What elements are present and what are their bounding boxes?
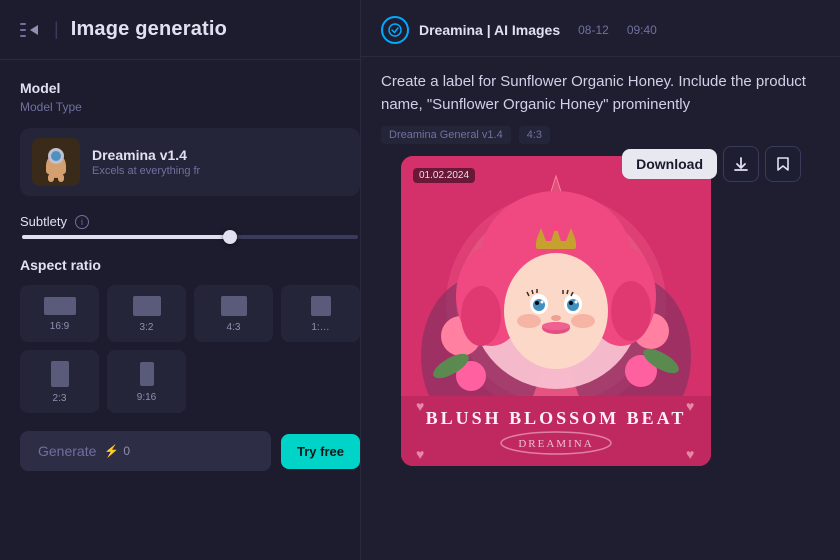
svg-text:♥: ♥: [686, 398, 694, 414]
notification-tags: Dreamina General v1.4 4:3: [381, 126, 820, 144]
generate-button[interactable]: Generate ⚡ 0: [20, 431, 271, 471]
aspect-btn-9-16[interactable]: 9:16: [107, 350, 186, 413]
page-title: Image generatio: [71, 18, 227, 41]
aspect-ratio-grid-row1: 16:9 3:2 4:3 1:…: [20, 285, 360, 342]
aspect-label-3-2: 3:2: [140, 322, 154, 333]
header-divider: |: [54, 19, 59, 40]
image-date-badge: 01.02.2024: [413, 168, 475, 183]
slider-track: [22, 235, 358, 239]
right-panel: Dreamina | AI Images 08-12 09:40 Create …: [360, 0, 840, 560]
tag-ratio: 4:3: [519, 126, 550, 144]
notification-time: 08-12: [578, 23, 609, 37]
left-panel: | Image generatio Model Model Type: [0, 0, 380, 560]
aspect-shape-9-16: [140, 362, 154, 386]
generated-image-wrapper: ♥ ♥ ♥ ♥ BLUSH BLOSSOM BEAT DREAMINA 01.0…: [381, 156, 731, 466]
aspect-label-1-1: 1:…: [311, 322, 329, 333]
aspect-shape-1-1: [311, 296, 331, 316]
aspect-ratio-grid-row2: 2:3 9:16: [20, 350, 360, 413]
model-description: Excels at everything fr: [92, 165, 200, 177]
model-info: Dreamina v1.4 Excels at everything fr: [92, 147, 200, 177]
notification-time2: 09:40: [627, 23, 657, 37]
generate-cost: 0: [123, 444, 130, 458]
aspect-btn-2-3[interactable]: 2:3: [20, 350, 99, 413]
bookmark-icon-btn[interactable]: [765, 146, 801, 182]
model-card[interactable]: Dreamina v1.4 Excels at everything fr: [20, 128, 360, 196]
generate-label: Generate: [38, 443, 96, 459]
svg-text:BLUSH BLOSSOM BEAT: BLUSH BLOSSOM BEAT: [426, 408, 687, 428]
download-button[interactable]: Download: [622, 149, 717, 179]
generate-bar: Generate ⚡ 0 Try free: [20, 431, 360, 471]
aspect-btn-3-2[interactable]: 3:2: [107, 285, 186, 342]
header-bar: | Image generatio: [0, 0, 380, 60]
subtlety-row: Subtlety i: [20, 214, 360, 229]
app-icon: [381, 16, 409, 44]
generated-image-container: ♥ ♥ ♥ ♥ BLUSH BLOSSOM BEAT DREAMINA 01.0…: [401, 156, 711, 466]
aspect-label-16-9: 16:9: [50, 321, 69, 332]
slider-thumb[interactable]: [223, 230, 237, 244]
aspect-btn-16-9[interactable]: 16:9: [20, 285, 99, 342]
model-section: Model Model Type: [20, 80, 360, 196]
subtlety-label: Subtlety: [20, 214, 67, 229]
aspect-label-4-3: 4:3: [227, 322, 241, 333]
aspect-btn-4-3[interactable]: 4:3: [194, 285, 273, 342]
model-name: Dreamina v1.4: [92, 147, 200, 163]
svg-text:♥: ♥: [416, 398, 424, 414]
model-type-label: Model Type: [20, 100, 360, 114]
notification-header: Dreamina | AI Images 08-12 09:40: [361, 0, 840, 57]
subtlety-info-icon[interactable]: i: [75, 215, 89, 229]
svg-text:DREAMINA: DREAMINA: [518, 438, 593, 450]
aspect-btn-1-1[interactable]: 1:…: [281, 285, 360, 342]
model-thumbnail: [32, 138, 80, 186]
notification-body: Create a label for Sunflower Organic Hon…: [361, 57, 840, 481]
tag-model: Dreamina General v1.4: [381, 126, 511, 144]
generated-image: ♥ ♥ ♥ ♥ BLUSH BLOSSOM BEAT DREAMINA: [401, 156, 711, 466]
try-free-button[interactable]: Try free: [281, 434, 360, 469]
panel-content: Model Model Type: [0, 60, 380, 491]
generate-cost-badge: ⚡ 0: [104, 444, 130, 458]
aspect-shape-16-9: [44, 297, 76, 315]
aspect-ratio-label: Aspect ratio: [20, 257, 360, 273]
lightning-icon: ⚡: [104, 444, 119, 458]
notification-message: Create a label for Sunflower Organic Hon…: [381, 71, 820, 116]
download-icon-btn[interactable]: [723, 146, 759, 182]
aspect-shape-4-3: [221, 296, 247, 316]
model-label: Model: [20, 80, 360, 96]
download-action-area: Download: [622, 146, 801, 182]
svg-text:♥: ♥: [686, 446, 694, 462]
aspect-label-2-3: 2:3: [53, 393, 67, 404]
aspect-shape-3-2: [133, 296, 161, 316]
sidebar-toggle-icon[interactable]: [20, 21, 42, 39]
subtlety-slider[interactable]: [20, 235, 360, 239]
svg-text:♥: ♥: [416, 446, 424, 462]
slider-fill: [22, 235, 230, 239]
aspect-label-9-16: 9:16: [137, 392, 156, 403]
aspect-shape-2-3: [51, 361, 69, 387]
notification-app-name: Dreamina | AI Images: [419, 22, 560, 38]
